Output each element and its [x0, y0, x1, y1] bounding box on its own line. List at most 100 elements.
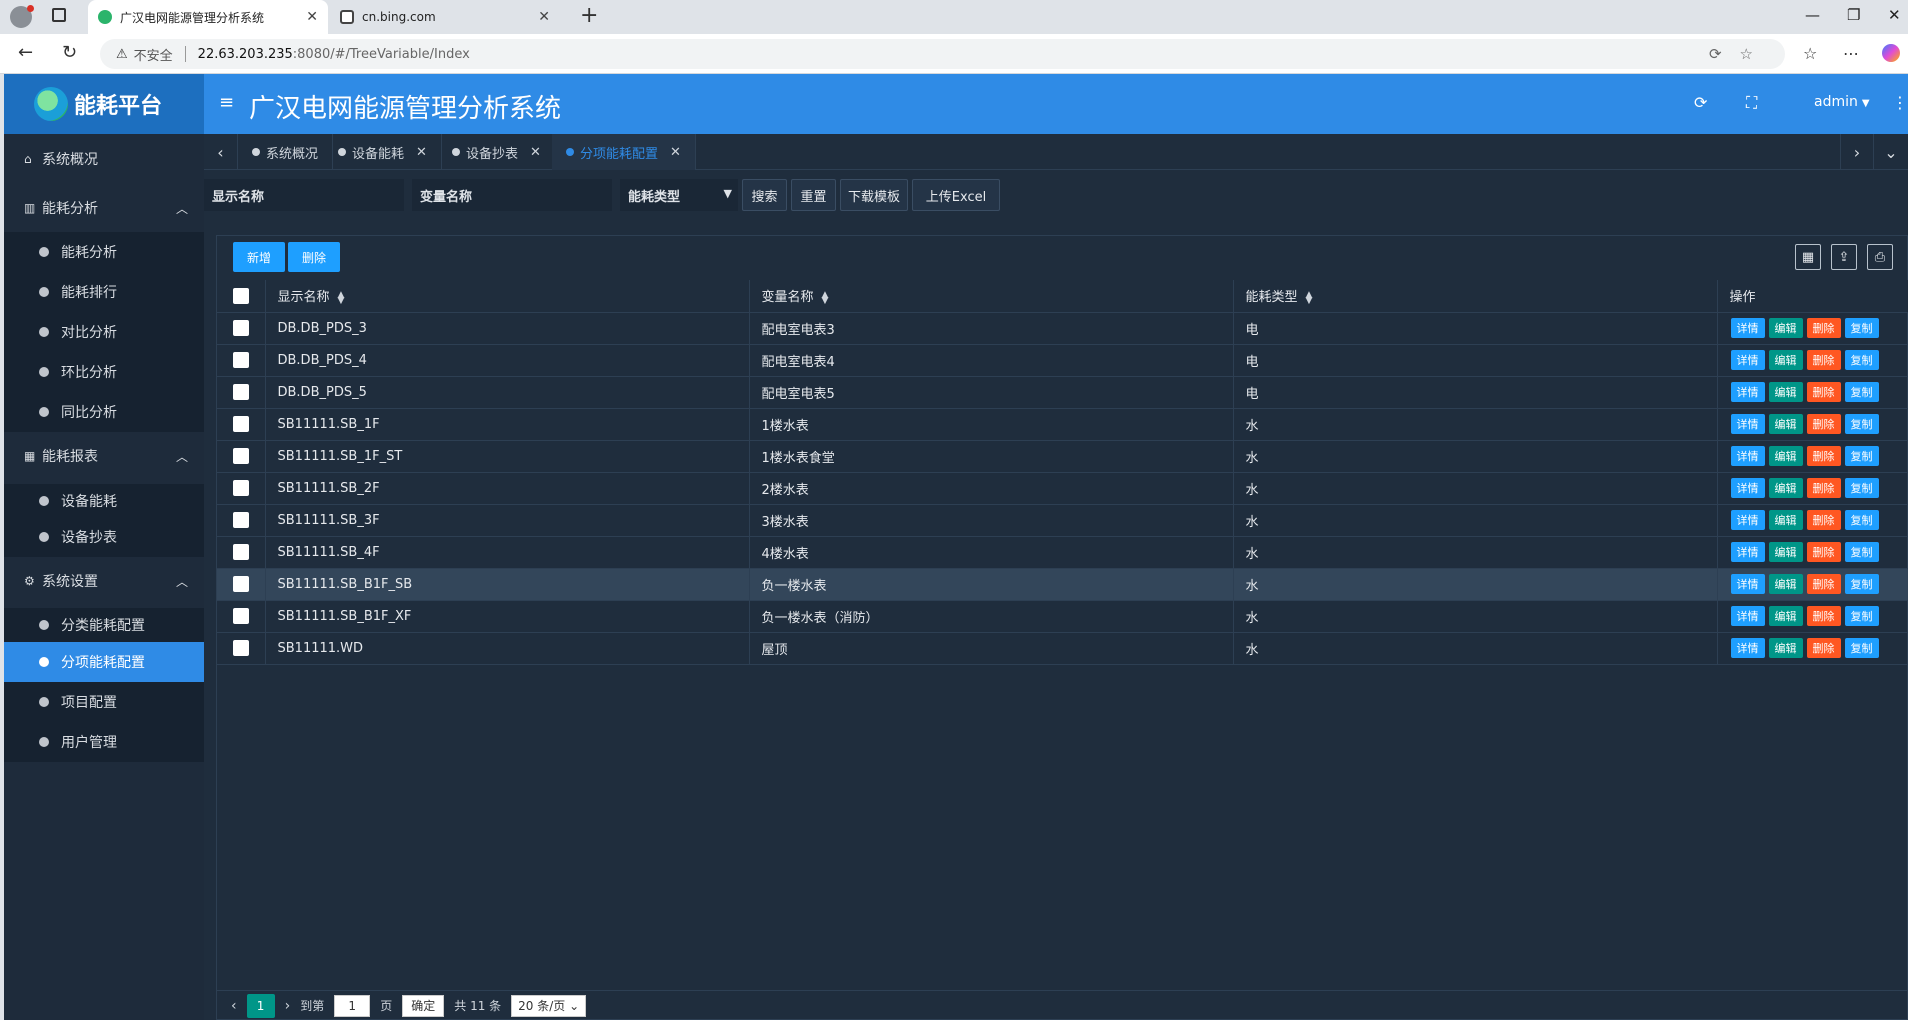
sort-icon[interactable]: ▲ ▼ — [1306, 290, 1313, 305]
edit-button[interactable]: 编辑 — [1768, 318, 1803, 338]
row-checkbox[interactable] — [232, 576, 249, 592]
profile-avatar-icon[interactable] — [10, 5, 34, 28]
table-row[interactable]: SB11111.SB_2F 2楼水表水详情 编辑 删除 复制 — [217, 472, 1908, 505]
sidebar-item-category-config[interactable]: 分类能耗配置 — [4, 608, 204, 642]
detail-button[interactable]: 详情 — [1730, 574, 1765, 594]
sort-icon[interactable]: ▲ ▼ — [822, 290, 829, 305]
copy-button[interactable]: 复制 — [1844, 542, 1879, 562]
delete-button[interactable]: 删除 — [1806, 638, 1841, 658]
column-header-display-name[interactable]: 显示名称 ▲ ▼ — [265, 280, 750, 313]
current-page-button[interactable]: 1 — [246, 993, 275, 1018]
delete-button[interactable]: 删除 — [1806, 478, 1841, 498]
detail-button[interactable]: 详情 — [1730, 510, 1765, 530]
page-size-select[interactable]: 20 条/页 ⌄ — [511, 994, 587, 1017]
row-checkbox[interactable] — [232, 512, 249, 528]
reset-button[interactable]: 重置 — [791, 179, 836, 211]
sidebar-group-energy-report[interactable]: ▦ 能耗报表 ︿ — [4, 432, 204, 480]
goto-page-input[interactable]: 1 — [334, 994, 371, 1017]
delete-button[interactable]: 删除 — [1806, 606, 1841, 626]
tabs-scroll-right-icon[interactable]: › — [1840, 134, 1874, 170]
next-page-icon[interactable]: › — [285, 998, 291, 1014]
detail-button[interactable]: 详情 — [1730, 446, 1765, 466]
detail-button[interactable]: 详情 — [1730, 478, 1765, 498]
tab-subitem-config[interactable]: 分项能耗配置 ✕ — [552, 134, 696, 170]
row-checkbox[interactable] — [232, 352, 249, 368]
columns-filter-icon[interactable]: ▦ — [1795, 244, 1821, 270]
edit-button[interactable]: 编辑 — [1768, 574, 1803, 594]
close-window-icon[interactable]: ✕ — [1888, 6, 1901, 24]
export-icon[interactable]: ⇪ — [1831, 244, 1857, 270]
sidebar-group-energy-analysis[interactable]: ▥ 能耗分析 ︿ — [4, 184, 204, 232]
menu-toggle-icon[interactable]: ≡ — [219, 92, 234, 113]
edit-button[interactable]: 编辑 — [1768, 510, 1803, 530]
delete-button[interactable]: 删除 — [1806, 446, 1841, 466]
table-row[interactable]: DB.DB_PDS_4 配电室电表4 电详情 编辑 删除 复制 — [217, 344, 1908, 377]
row-checkbox[interactable] — [232, 544, 249, 560]
edit-button[interactable]: 编辑 — [1768, 606, 1803, 626]
sidebar-item-user-management[interactable]: 用户管理 — [4, 722, 204, 762]
tab-overview[interactable]: 系统概况 — [238, 134, 334, 170]
more-options-icon[interactable]: ⋯ — [1843, 44, 1859, 63]
favorites-icon[interactable]: ☆ — [1803, 44, 1817, 63]
row-checkbox[interactable] — [232, 480, 249, 496]
copy-button[interactable]: 复制 — [1844, 382, 1879, 402]
edit-button[interactable]: 编辑 — [1768, 638, 1803, 658]
energy-type-select[interactable]: 能耗类型 ▼ — [620, 179, 738, 211]
copy-button[interactable]: 复制 — [1844, 318, 1879, 338]
row-checkbox[interactable] — [232, 384, 249, 400]
browser-tab-active[interactable]: 广汉电网能源管理分析系统 ✕ — [88, 0, 328, 34]
more-vertical-icon[interactable]: ⋮ — [1892, 93, 1908, 112]
copilot-icon[interactable] — [1882, 44, 1900, 62]
table-row[interactable]: SB11111.SB_1F_ST 1楼水表食堂水详情 编辑 删除 复制 — [217, 440, 1908, 473]
delete-button[interactable]: 删除 — [1806, 350, 1841, 370]
table-row[interactable]: SB11111.SB_4F 4楼水表水详情 编辑 删除 复制 — [217, 536, 1908, 569]
tab-device-reading[interactable]: 设备抄表 ✕ — [438, 134, 556, 170]
prev-page-icon[interactable]: ‹ — [231, 998, 237, 1014]
copy-button[interactable]: 复制 — [1844, 350, 1879, 370]
upload-excel-button[interactable]: 上传Excel — [912, 179, 1000, 211]
detail-button[interactable]: 详情 — [1730, 350, 1765, 370]
tabs-menu-chevron-down-icon[interactable]: ⌄ — [1874, 134, 1908, 170]
column-header-energy-type[interactable]: 能耗类型 ▲ ▼ — [1233, 280, 1718, 313]
table-row[interactable]: SB11111.SB_B1F_SB 负一楼水表水详情 编辑 删除 复制 — [217, 568, 1908, 601]
edit-button[interactable]: 编辑 — [1768, 382, 1803, 402]
table-row[interactable]: DB.DB_PDS_3 配电室电表3 电详情 编辑 删除 复制 — [217, 312, 1908, 345]
close-tab-icon[interactable]: ✕ — [538, 9, 550, 25]
close-tab-icon[interactable]: ✕ — [306, 9, 318, 25]
sidebar-item-comparison[interactable]: 对比分析 — [4, 312, 204, 352]
back-icon[interactable]: ← — [18, 42, 33, 63]
reload-icon[interactable]: ↻ — [62, 42, 77, 63]
copy-button[interactable]: 复制 — [1844, 478, 1879, 498]
sidebar-item-device-energy[interactable]: 设备能耗 — [4, 484, 204, 517]
detail-button[interactable]: 详情 — [1730, 542, 1765, 562]
row-checkbox[interactable] — [232, 608, 249, 624]
browser-tab-bing[interactable]: cn.bing.com ✕ — [330, 0, 560, 34]
row-checkbox[interactable] — [232, 416, 249, 432]
minimize-icon[interactable]: — — [1805, 6, 1820, 24]
edit-button[interactable]: 编辑 — [1768, 542, 1803, 562]
close-icon[interactable]: ✕ — [670, 145, 681, 160]
row-checkbox[interactable] — [232, 320, 249, 336]
omni-actions-icon[interactable]: ⟳☆ — [1709, 45, 1771, 63]
table-row[interactable]: SB11111.SB_3F 3楼水表水详情 编辑 删除 复制 — [217, 504, 1908, 537]
delete-button[interactable]: 删除 — [1806, 510, 1841, 530]
edit-button[interactable]: 编辑 — [1768, 350, 1803, 370]
copy-button[interactable]: 复制 — [1844, 574, 1879, 594]
copy-button[interactable]: 复制 — [1844, 414, 1879, 434]
sidebar-item-device-reading[interactable]: 设备抄表 — [4, 517, 204, 557]
detail-button[interactable]: 详情 — [1730, 318, 1765, 338]
sidebar-item-yoy-analysis[interactable]: 同比分析 — [4, 392, 204, 432]
detail-button[interactable]: 详情 — [1730, 414, 1765, 434]
detail-button[interactable]: 详情 — [1730, 638, 1765, 658]
print-icon[interactable]: ⎙ — [1867, 244, 1893, 270]
copy-button[interactable]: 复制 — [1844, 606, 1879, 626]
detail-button[interactable]: 详情 — [1730, 382, 1765, 402]
table-row[interactable]: SB11111.SB_B1F_XF 负一楼水表（消防）水详情 编辑 删除 复制 — [217, 600, 1908, 633]
delete-button[interactable]: 删除 — [1806, 414, 1841, 434]
row-checkbox[interactable] — [232, 640, 249, 656]
delete-button[interactable]: 删除 — [1806, 542, 1841, 562]
edit-button[interactable]: 编辑 — [1768, 446, 1803, 466]
copy-button[interactable]: 复制 — [1844, 510, 1879, 530]
download-template-button[interactable]: 下载模板 — [840, 179, 908, 211]
sidebar-item-overview[interactable]: ⌂ 系统概况 — [4, 134, 204, 184]
